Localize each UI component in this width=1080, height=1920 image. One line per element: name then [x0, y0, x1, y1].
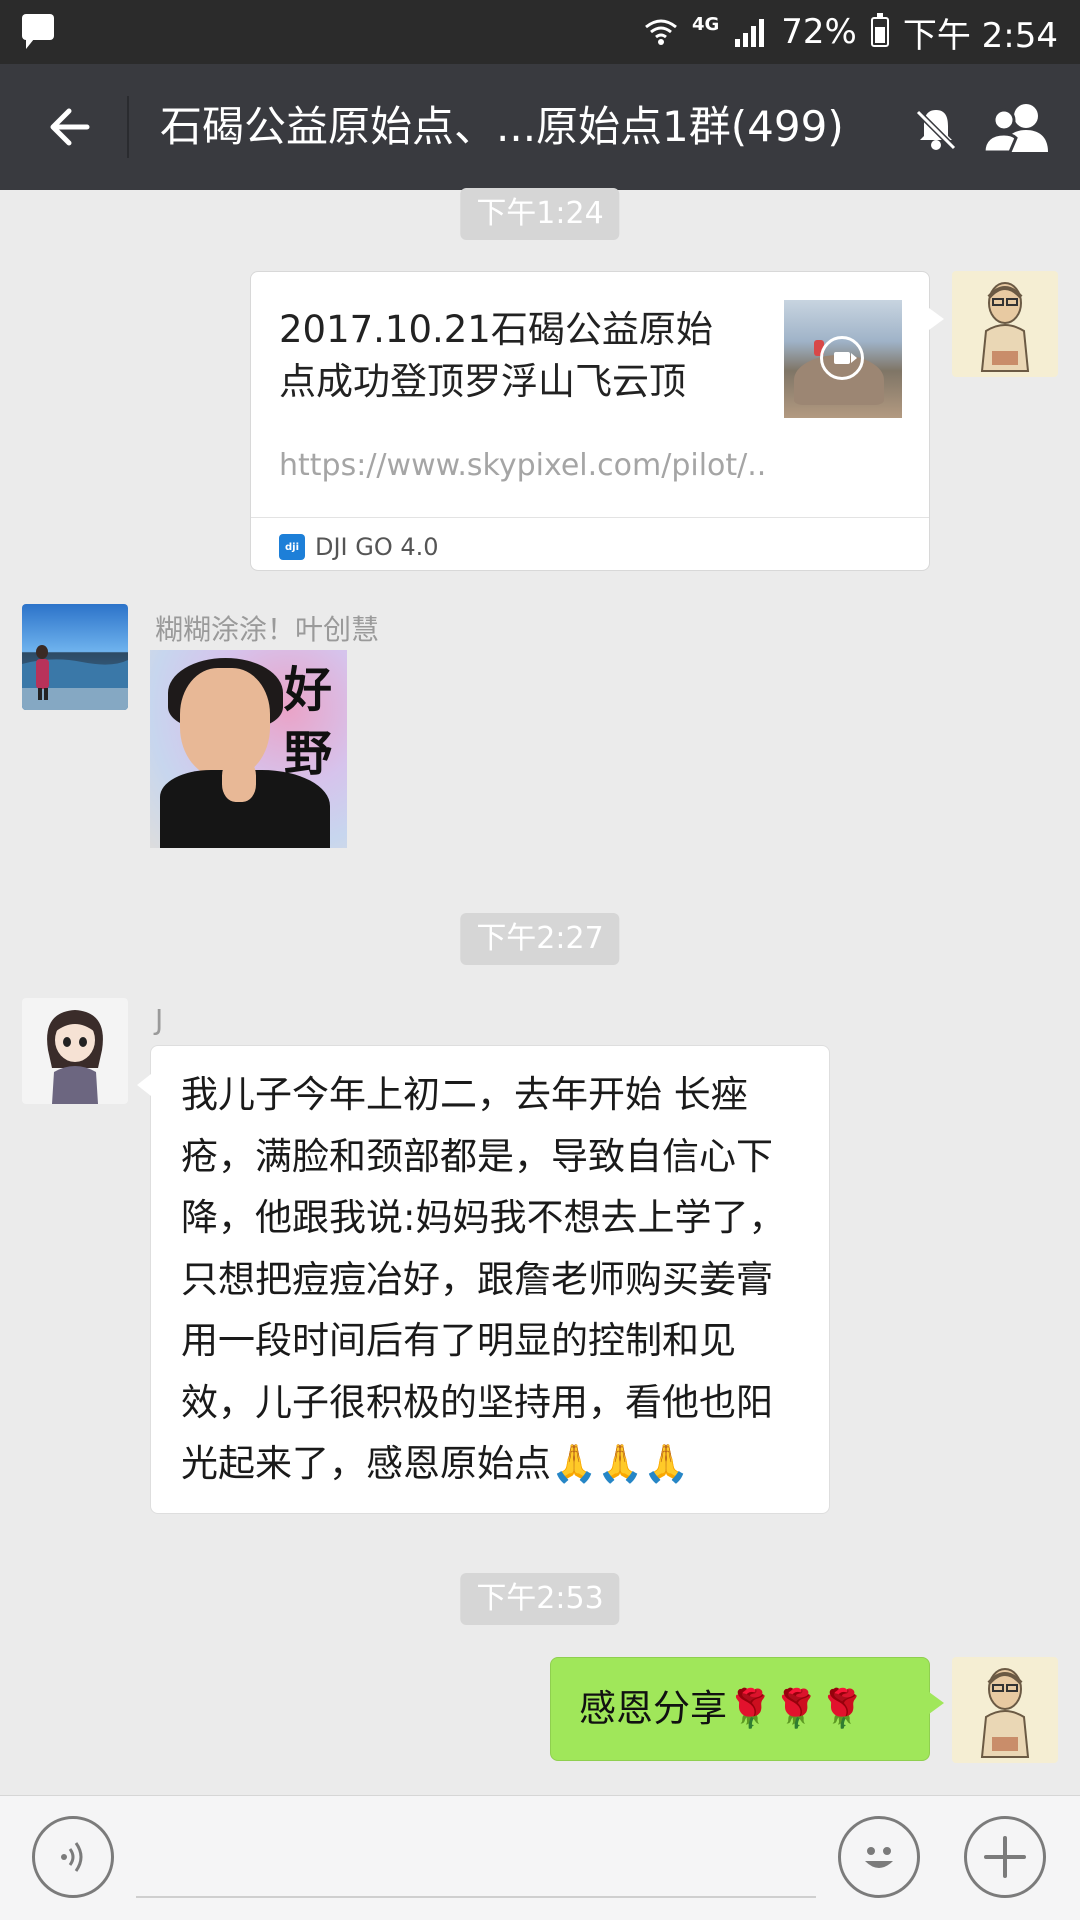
dji-app-icon: dji [279, 534, 305, 560]
sticker-text: 好野 [283, 662, 332, 782]
timestamp: 下午2:27 [460, 913, 620, 965]
arrow-left-icon [50, 108, 90, 146]
page-title: 石碣公益原始点、...原始点1群(499) [160, 102, 844, 151]
avatar-self-image [980, 282, 1030, 372]
emoji-icon [865, 1847, 893, 1868]
header-divider [127, 96, 129, 158]
battery-icon [870, 13, 889, 47]
avatar-self-image [980, 1668, 1030, 1758]
thumbs-up-icon [222, 758, 256, 802]
wifi-icon [645, 19, 677, 45]
input-bar [0, 1795, 1080, 1920]
message-bubble[interactable]: 我儿子今年上初二，去年开始 长痤疮，满脸和颈部都是，导致自信心下降，他跟我说:妈… [137, 1045, 830, 1514]
sender-name: 糊糊涂涂！叶创慧 [155, 613, 380, 646]
battery-percent: 72% [781, 12, 857, 52]
network-type: 4G [691, 13, 720, 35]
link-card-url: https://www.skypixel.com/pilot/... [279, 448, 769, 483]
emoji-button[interactable] [838, 1816, 920, 1898]
status-bar: 4G 72% 下午 2:54 [0, 0, 1080, 64]
voice-button[interactable] [32, 1816, 114, 1898]
plus-icon [984, 1836, 1026, 1878]
link-card-title: 2017.10.21石碣公益原始点成功登顶罗浮山飞云顶 [279, 308, 713, 403]
message-input[interactable] [136, 1816, 816, 1898]
sticker-face [180, 668, 270, 778]
video-camera-icon [820, 336, 864, 380]
mute-button[interactable] [908, 100, 964, 156]
bell-off-icon [915, 109, 957, 151]
link-card-source: dji DJI GO 4.0 [279, 527, 439, 567]
group-members-button[interactable] [980, 100, 1056, 156]
sticker-message[interactable]: 好野 [150, 650, 347, 848]
notification-message-icon [22, 14, 54, 49]
status-right: 4G 72% 下午 2:54 [644, 0, 1058, 64]
link-card-source-label: DJI GO 4.0 [315, 533, 439, 561]
timestamp: 下午2:53 [460, 1573, 620, 1625]
avatar[interactable] [22, 998, 128, 1104]
avatar-j-image [47, 1010, 103, 1104]
avatar-ye-image [22, 645, 128, 710]
avatar[interactable] [952, 1657, 1058, 1763]
clock: 下午 2:54 [902, 15, 1058, 56]
own-message-bubble[interactable]: 感恩分享🌹🌹🌹 [550, 1657, 944, 1761]
more-button[interactable] [964, 1816, 1046, 1898]
chat-header: 石碣公益原始点、...原始点1群(499) [0, 64, 1080, 190]
voice-icon [61, 1842, 83, 1872]
signal-icon [735, 19, 765, 47]
sender-name: J [155, 1003, 164, 1036]
link-card-divider [251, 517, 929, 518]
avatar[interactable] [952, 271, 1058, 377]
link-card[interactable]: 2017.10.21石碣公益原始点成功登顶罗浮山飞云顶 https://www.… [250, 271, 944, 571]
avatar[interactable] [22, 604, 128, 710]
link-card-thumbnail [784, 300, 902, 418]
timestamp: 下午1:24 [460, 188, 620, 240]
back-button[interactable] [38, 96, 100, 158]
group-icon [982, 104, 1048, 154]
